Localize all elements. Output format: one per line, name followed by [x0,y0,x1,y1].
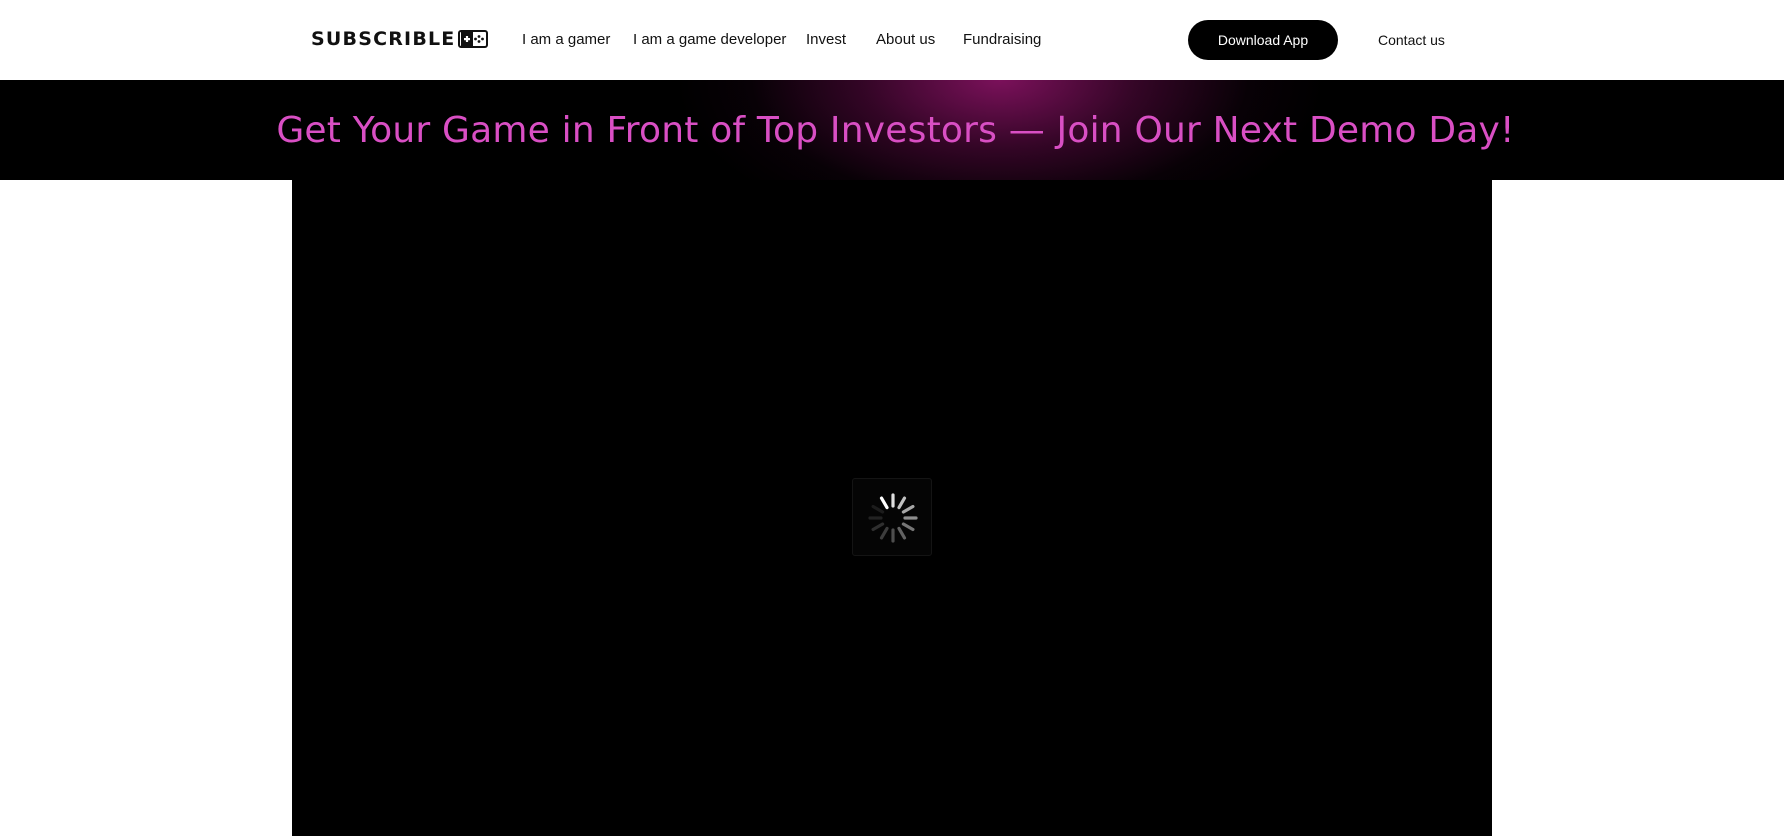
gamepad-plus-icon [457,30,488,48]
logo-wordmark: SUBSCRIBLE [311,28,456,50]
spinner-spoke [879,496,889,510]
download-app-button[interactable]: Download App [1188,20,1338,60]
spinner-spoke [897,526,907,540]
video-player[interactable] [292,180,1492,836]
nav-item-about-us[interactable]: About us [876,28,935,52]
nav-item-fundraising[interactable]: Fundraising [963,28,1041,52]
promo-banner: Get Your Game in Front of Top Investors … [0,80,1784,180]
spinner-spoke [871,522,885,532]
contact-us-link[interactable]: Contact us [1378,28,1445,52]
spinner-spoke [871,504,885,514]
nav-item-invest[interactable]: Invest [806,28,846,52]
loading-spinner-icon [868,493,918,543]
loading-indicator [852,478,932,556]
site-header: SUBSCRIBLE I am a gamer I am a game deve… [0,0,1784,80]
spinner-spoke [901,522,915,532]
site-logo[interactable]: SUBSCRIBLE [311,27,488,51]
spinner-spoke [901,504,915,514]
nav-item-gamer[interactable]: I am a gamer [522,28,610,52]
nav-item-game-developer[interactable]: I am a game developer [633,28,786,52]
spinner-spoke [897,496,907,510]
spinner-spoke [879,526,889,540]
banner-headline[interactable]: Get Your Game in Front of Top Investors … [0,80,1784,180]
